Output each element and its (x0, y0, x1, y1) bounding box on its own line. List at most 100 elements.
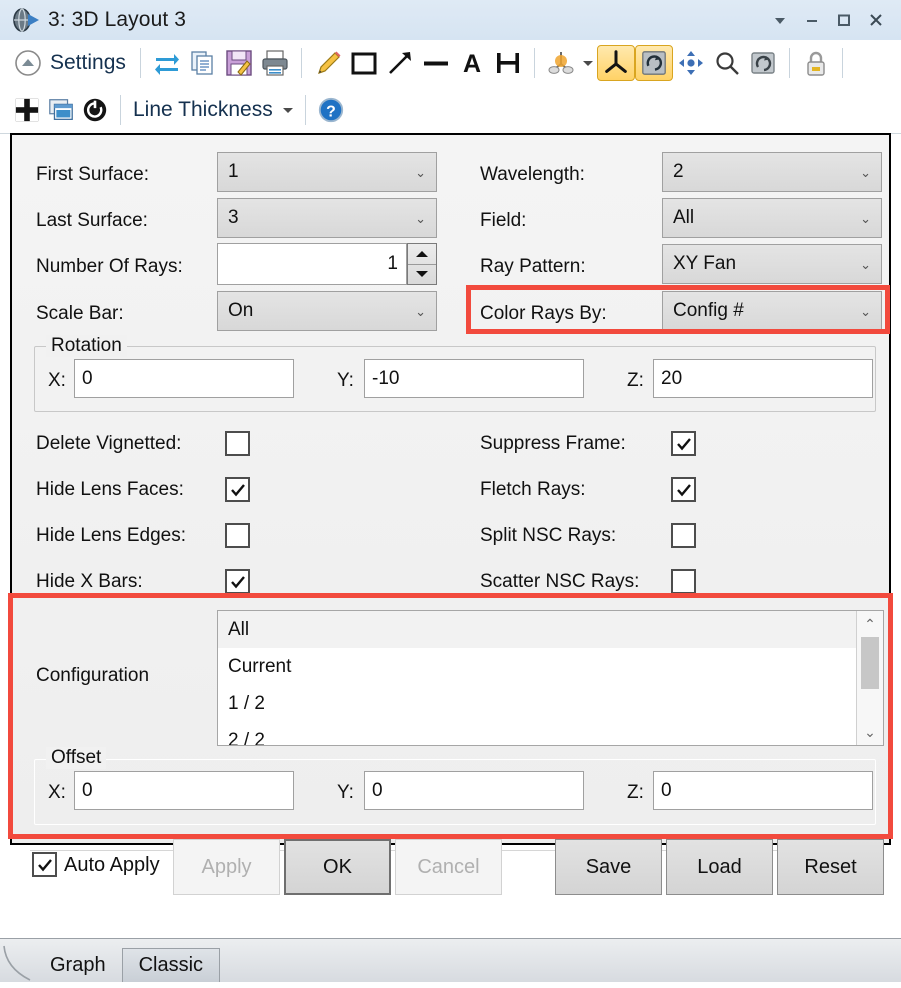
stepper-up-icon[interactable] (408, 244, 436, 265)
delete-vignetted-checkbox[interactable] (225, 431, 250, 456)
list-item[interactable]: 1 / 2 (218, 685, 856, 722)
line-thickness-label[interactable]: Line Thickness (129, 98, 279, 122)
hide-lens-edges-checkbox[interactable] (225, 523, 250, 548)
chevron-down-icon: ⌄ (415, 305, 426, 318)
toolbar-separator (842, 48, 843, 78)
wavelength-combo[interactable]: 2 ⌄ (662, 152, 882, 192)
last-surface-value: 3 (228, 207, 415, 229)
number-of-rays-input[interactable]: 1 (217, 243, 407, 285)
reset-button[interactable]: Reset (777, 839, 884, 895)
maximize-button[interactable] (829, 6, 859, 34)
auto-apply-label[interactable]: Auto Apply (64, 854, 160, 877)
toolbar-separator (140, 48, 141, 78)
field-combo[interactable]: All ⌄ (662, 198, 882, 238)
rectangle-icon[interactable] (346, 43, 382, 83)
first-surface-combo[interactable]: 1 ⌄ (217, 152, 437, 192)
scatter-nsc-rays-checkbox[interactable] (671, 569, 696, 594)
dimension-icon[interactable] (490, 43, 526, 83)
shaded-model-dropdown-icon[interactable] (579, 43, 597, 83)
reset-view-icon[interactable] (745, 43, 781, 83)
configuration-scrollbar[interactable]: ⌃ ⌄ (856, 611, 883, 745)
offset-y-label: Y: (337, 782, 354, 804)
help-icon[interactable]: ? (314, 90, 348, 130)
rotation-z-input[interactable]: 20 (653, 359, 873, 398)
number-of-rays-stepper[interactable] (407, 243, 437, 285)
save-image-icon[interactable] (221, 43, 257, 83)
copy-icon[interactable] (185, 43, 221, 83)
toolbar: Settings (0, 40, 901, 134)
toolbar-row-1: Settings (0, 40, 901, 86)
tab-classic[interactable]: Classic (122, 948, 220, 982)
apply-button[interactable]: Apply (173, 839, 280, 895)
tab-graph-label: Graph (50, 954, 106, 977)
close-button[interactable] (861, 6, 891, 34)
fletch-rays-checkbox[interactable] (671, 477, 696, 502)
offset-x-input[interactable]: 0 (74, 771, 294, 810)
arrow-icon[interactable] (382, 43, 418, 83)
pan-icon[interactable] (673, 43, 709, 83)
save-button[interactable]: Save (555, 839, 662, 895)
color-rays-by-combo[interactable]: Config # ⌄ (662, 291, 882, 331)
annotate-pencil-icon[interactable] (310, 43, 346, 83)
print-icon[interactable] (257, 43, 293, 83)
zoom-icon[interactable] (709, 43, 745, 83)
tab-graph[interactable]: Graph (34, 948, 122, 982)
first-surface-value: 1 (228, 161, 415, 183)
list-item[interactable]: 2 / 2 (218, 722, 856, 746)
offset-z-label: Z: (627, 782, 644, 804)
split-nsc-rays-checkbox[interactable] (671, 523, 696, 548)
hide-lens-faces-checkbox[interactable] (225, 477, 250, 502)
field-label: Field: (480, 210, 526, 232)
offset-x-value: 0 (82, 780, 93, 802)
cancel-button-label: Cancel (417, 856, 479, 879)
list-item[interactable]: Current (218, 648, 856, 685)
shaded-model-icon[interactable] (543, 43, 579, 83)
axis-tripod-icon[interactable] (597, 45, 635, 81)
rotation-y-value: -10 (372, 368, 399, 390)
auto-apply-checkbox[interactable] (32, 852, 57, 877)
scroll-up-icon[interactable]: ⌃ (857, 611, 883, 637)
list-item[interactable]: All (218, 611, 856, 648)
rotation-x-input[interactable]: 0 (74, 359, 294, 398)
toolbar-separator (301, 48, 302, 78)
text-icon[interactable]: A (454, 43, 490, 83)
rotation-x-value: 0 (82, 368, 93, 390)
svg-text:?: ? (326, 103, 336, 120)
window-cascade-icon[interactable] (44, 90, 78, 130)
stepper-down-icon[interactable] (408, 265, 436, 285)
rotate-view-icon[interactable] (635, 45, 673, 81)
scroll-down-icon[interactable]: ⌄ (857, 719, 883, 745)
window-title: 3: 3D Layout 3 (48, 8, 186, 32)
offset-z-input[interactable]: 0 (653, 771, 873, 810)
minimize-button[interactable] (797, 6, 827, 34)
line-icon[interactable] (418, 43, 454, 83)
wavelength-value: 2 (673, 161, 860, 183)
scrollbar-thumb[interactable] (861, 637, 879, 689)
fit-window-icon[interactable] (10, 90, 44, 130)
offset-y-input[interactable]: 0 (364, 771, 584, 810)
last-surface-combo[interactable]: 3 ⌄ (217, 198, 437, 238)
hide-x-bars-checkbox[interactable] (225, 569, 250, 594)
configuration-listbox[interactable]: All Current 1 / 2 2 / 2 ⌃ ⌄ (217, 610, 884, 746)
tab-classic-label: Classic (139, 954, 203, 977)
refresh-icon[interactable] (149, 43, 185, 83)
reset-button-label: Reset (804, 856, 856, 879)
ok-button[interactable]: OK (284, 839, 391, 895)
window-title-bar: 3: 3D Layout 3 (0, 0, 901, 41)
suppress-frame-checkbox[interactable] (671, 431, 696, 456)
cancel-button[interactable]: Cancel (395, 839, 502, 895)
settings-label[interactable]: Settings (46, 51, 132, 75)
lock-icon[interactable] (798, 43, 834, 83)
scale-bar-combo[interactable]: On ⌄ (217, 291, 437, 331)
toolbar-separator (789, 48, 790, 78)
window-menu-button[interactable] (765, 6, 795, 34)
refresh-power-icon[interactable] (78, 90, 112, 130)
rotation-y-input[interactable]: -10 (364, 359, 584, 398)
collapse-settings-icon[interactable] (10, 43, 46, 83)
line-thickness-dropdown-icon[interactable] (279, 90, 297, 130)
apply-button-label: Apply (201, 856, 251, 879)
ray-pattern-combo[interactable]: XY Fan ⌄ (662, 244, 882, 284)
load-button[interactable]: Load (666, 839, 773, 895)
number-of-rays-value: 1 (387, 253, 398, 275)
number-of-rays-label: Number Of Rays: (36, 256, 183, 278)
